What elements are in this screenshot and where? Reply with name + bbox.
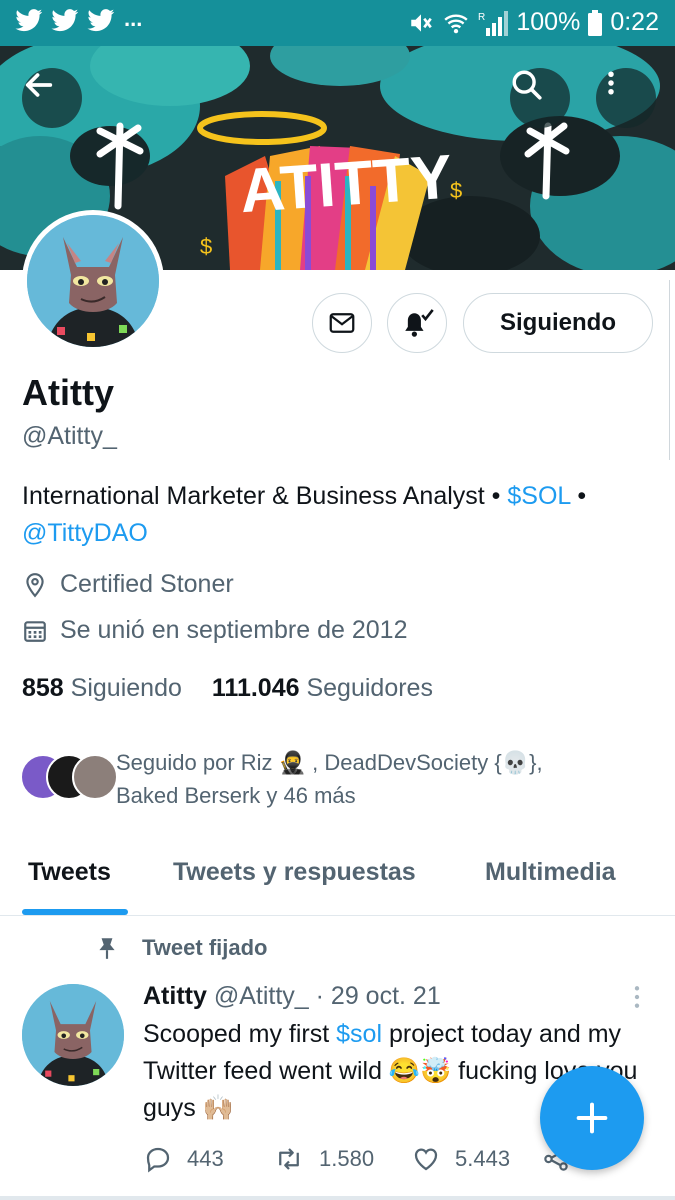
back-button[interactable] <box>22 68 82 128</box>
followed-by-text[interactable]: Seguido por Riz 🥷 , DeadDevSociety {💀}, … <box>116 746 636 812</box>
reply-count: 443 <box>187 1146 224 1171</box>
bio-mention-link[interactable]: @TittyDAO <box>22 519 148 547</box>
following-label: Siguiendo <box>70 674 182 702</box>
tweet-author-name[interactable]: Atitty <box>143 982 207 1010</box>
joined-row: Se unió en septiembre de 2012 <box>22 616 407 645</box>
search-icon <box>512 70 542 100</box>
more-notifications-dots: ... <box>124 6 143 31</box>
reply-button[interactable]: 443 <box>143 1144 224 1174</box>
message-button[interactable] <box>312 293 372 353</box>
banner-art-text: ATITTY <box>238 143 455 227</box>
pin-icon <box>99 938 115 959</box>
follow-stats: 858 Siguiendo 111.046 Seguidores <box>22 674 433 703</box>
cat-avatar-image <box>27 215 159 347</box>
following-count: 858 <box>22 674 64 702</box>
plus-icon <box>576 1102 608 1134</box>
profile-tabs: Tweets Tweets y respuestas Multimedia <box>0 840 675 916</box>
signal-icon: R <box>478 10 509 36</box>
notifications-button[interactable] <box>387 293 447 353</box>
bell-check-icon <box>405 309 434 337</box>
divider <box>0 1196 675 1200</box>
tab-tweets-replies[interactable]: Tweets y respuestas <box>173 858 416 887</box>
following-stat[interactable]: 858 Siguiendo <box>22 674 182 703</box>
system-indicators: R 100% 0:22 <box>408 8 659 37</box>
heart-icon <box>414 1148 438 1171</box>
wifi-icon <box>444 14 469 33</box>
battery-icon <box>588 9 603 36</box>
tab-media[interactable]: Multimedia <box>485 858 616 887</box>
signal-roaming-label: R <box>478 12 485 23</box>
active-tab-indicator <box>22 909 128 915</box>
reply-icon <box>146 1147 170 1173</box>
followers-label: Seguidores <box>306 674 433 702</box>
tweet-cashtag-link[interactable]: $sol <box>336 1020 382 1048</box>
tweet-more-button[interactable] <box>628 984 646 1015</box>
joined-text: Se unió en septiembre de 2012 <box>60 616 408 644</box>
more-vertical-icon <box>608 71 614 95</box>
twitter-notification-icon <box>15 9 43 32</box>
location-row: Certified Stoner <box>22 570 234 599</box>
clock: 0:22 <box>610 8 659 36</box>
like-button[interactable]: 5.443 <box>411 1144 510 1174</box>
followers-count: 111.046 <box>211 674 300 702</box>
profile-bio: International Marketer & Business Analys… <box>22 478 662 552</box>
tweet-author-avatar[interactable] <box>22 984 124 1086</box>
cat-avatar-image <box>22 984 124 1086</box>
location-text: Certified Stoner <box>60 570 234 598</box>
bio-text: International Marketer & Business Analys… <box>22 482 508 510</box>
profile-avatar[interactable] <box>22 210 164 352</box>
pinned-label-row: Tweet fijado <box>94 934 268 962</box>
more-options-button[interactable] <box>596 68 656 128</box>
following-button[interactable]: Siguiendo <box>463 293 653 353</box>
profile-handle: @Atitty_ <box>22 422 117 450</box>
dollar-glyph: $ <box>200 234 212 259</box>
tweet-text-part: Scooped my first <box>143 1020 337 1048</box>
avatar <box>72 754 118 800</box>
envelope-icon <box>329 313 355 333</box>
profile-name: Atitty <box>22 372 114 413</box>
like-count: 5.443 <box>455 1146 511 1171</box>
twitter-notification-icon <box>87 9 115 32</box>
retweet-button[interactable]: 1.580 <box>273 1144 374 1174</box>
search-button[interactable] <box>510 68 570 128</box>
tweet-date: · 29 oct. 21 <box>308 982 441 1010</box>
retweet-count: 1.580 <box>319 1146 375 1171</box>
location-pin-icon <box>26 572 44 597</box>
compose-tweet-button[interactable] <box>540 1066 644 1170</box>
calendar-icon <box>24 620 46 642</box>
battery-percent: 100% <box>516 8 581 36</box>
more-vertical-icon <box>634 986 640 1008</box>
scrollbar[interactable] <box>669 280 675 460</box>
tweet-header: Atitty @Atitty_ · 29 oct. 21 <box>143 982 441 1011</box>
tab-tweets[interactable]: Tweets <box>28 858 111 887</box>
mute-icon <box>411 13 433 32</box>
pinned-label: Tweet fijado <box>142 935 268 960</box>
retweet-icon <box>279 1148 299 1170</box>
followed-by-line: Seguido por Riz 🥷 , DeadDevSociety {💀}, <box>116 750 543 775</box>
followed-by-line: Baked Berserk y 46 más <box>116 783 356 808</box>
dollar-glyph: $ <box>450 178 462 203</box>
tweet-author-handle: @Atitty_ <box>213 982 309 1010</box>
followers-stat[interactable]: 111.046 Seguidores <box>212 674 433 703</box>
notification-icons: ... <box>14 6 143 33</box>
twitter-notification-icon <box>51 9 79 32</box>
arrow-left-icon <box>25 73 53 97</box>
status-bar: ... R 100% 0:22 <box>0 0 675 46</box>
bio-cashtag-link[interactable]: $SOL <box>507 482 570 510</box>
bio-separator: • <box>570 482 587 510</box>
